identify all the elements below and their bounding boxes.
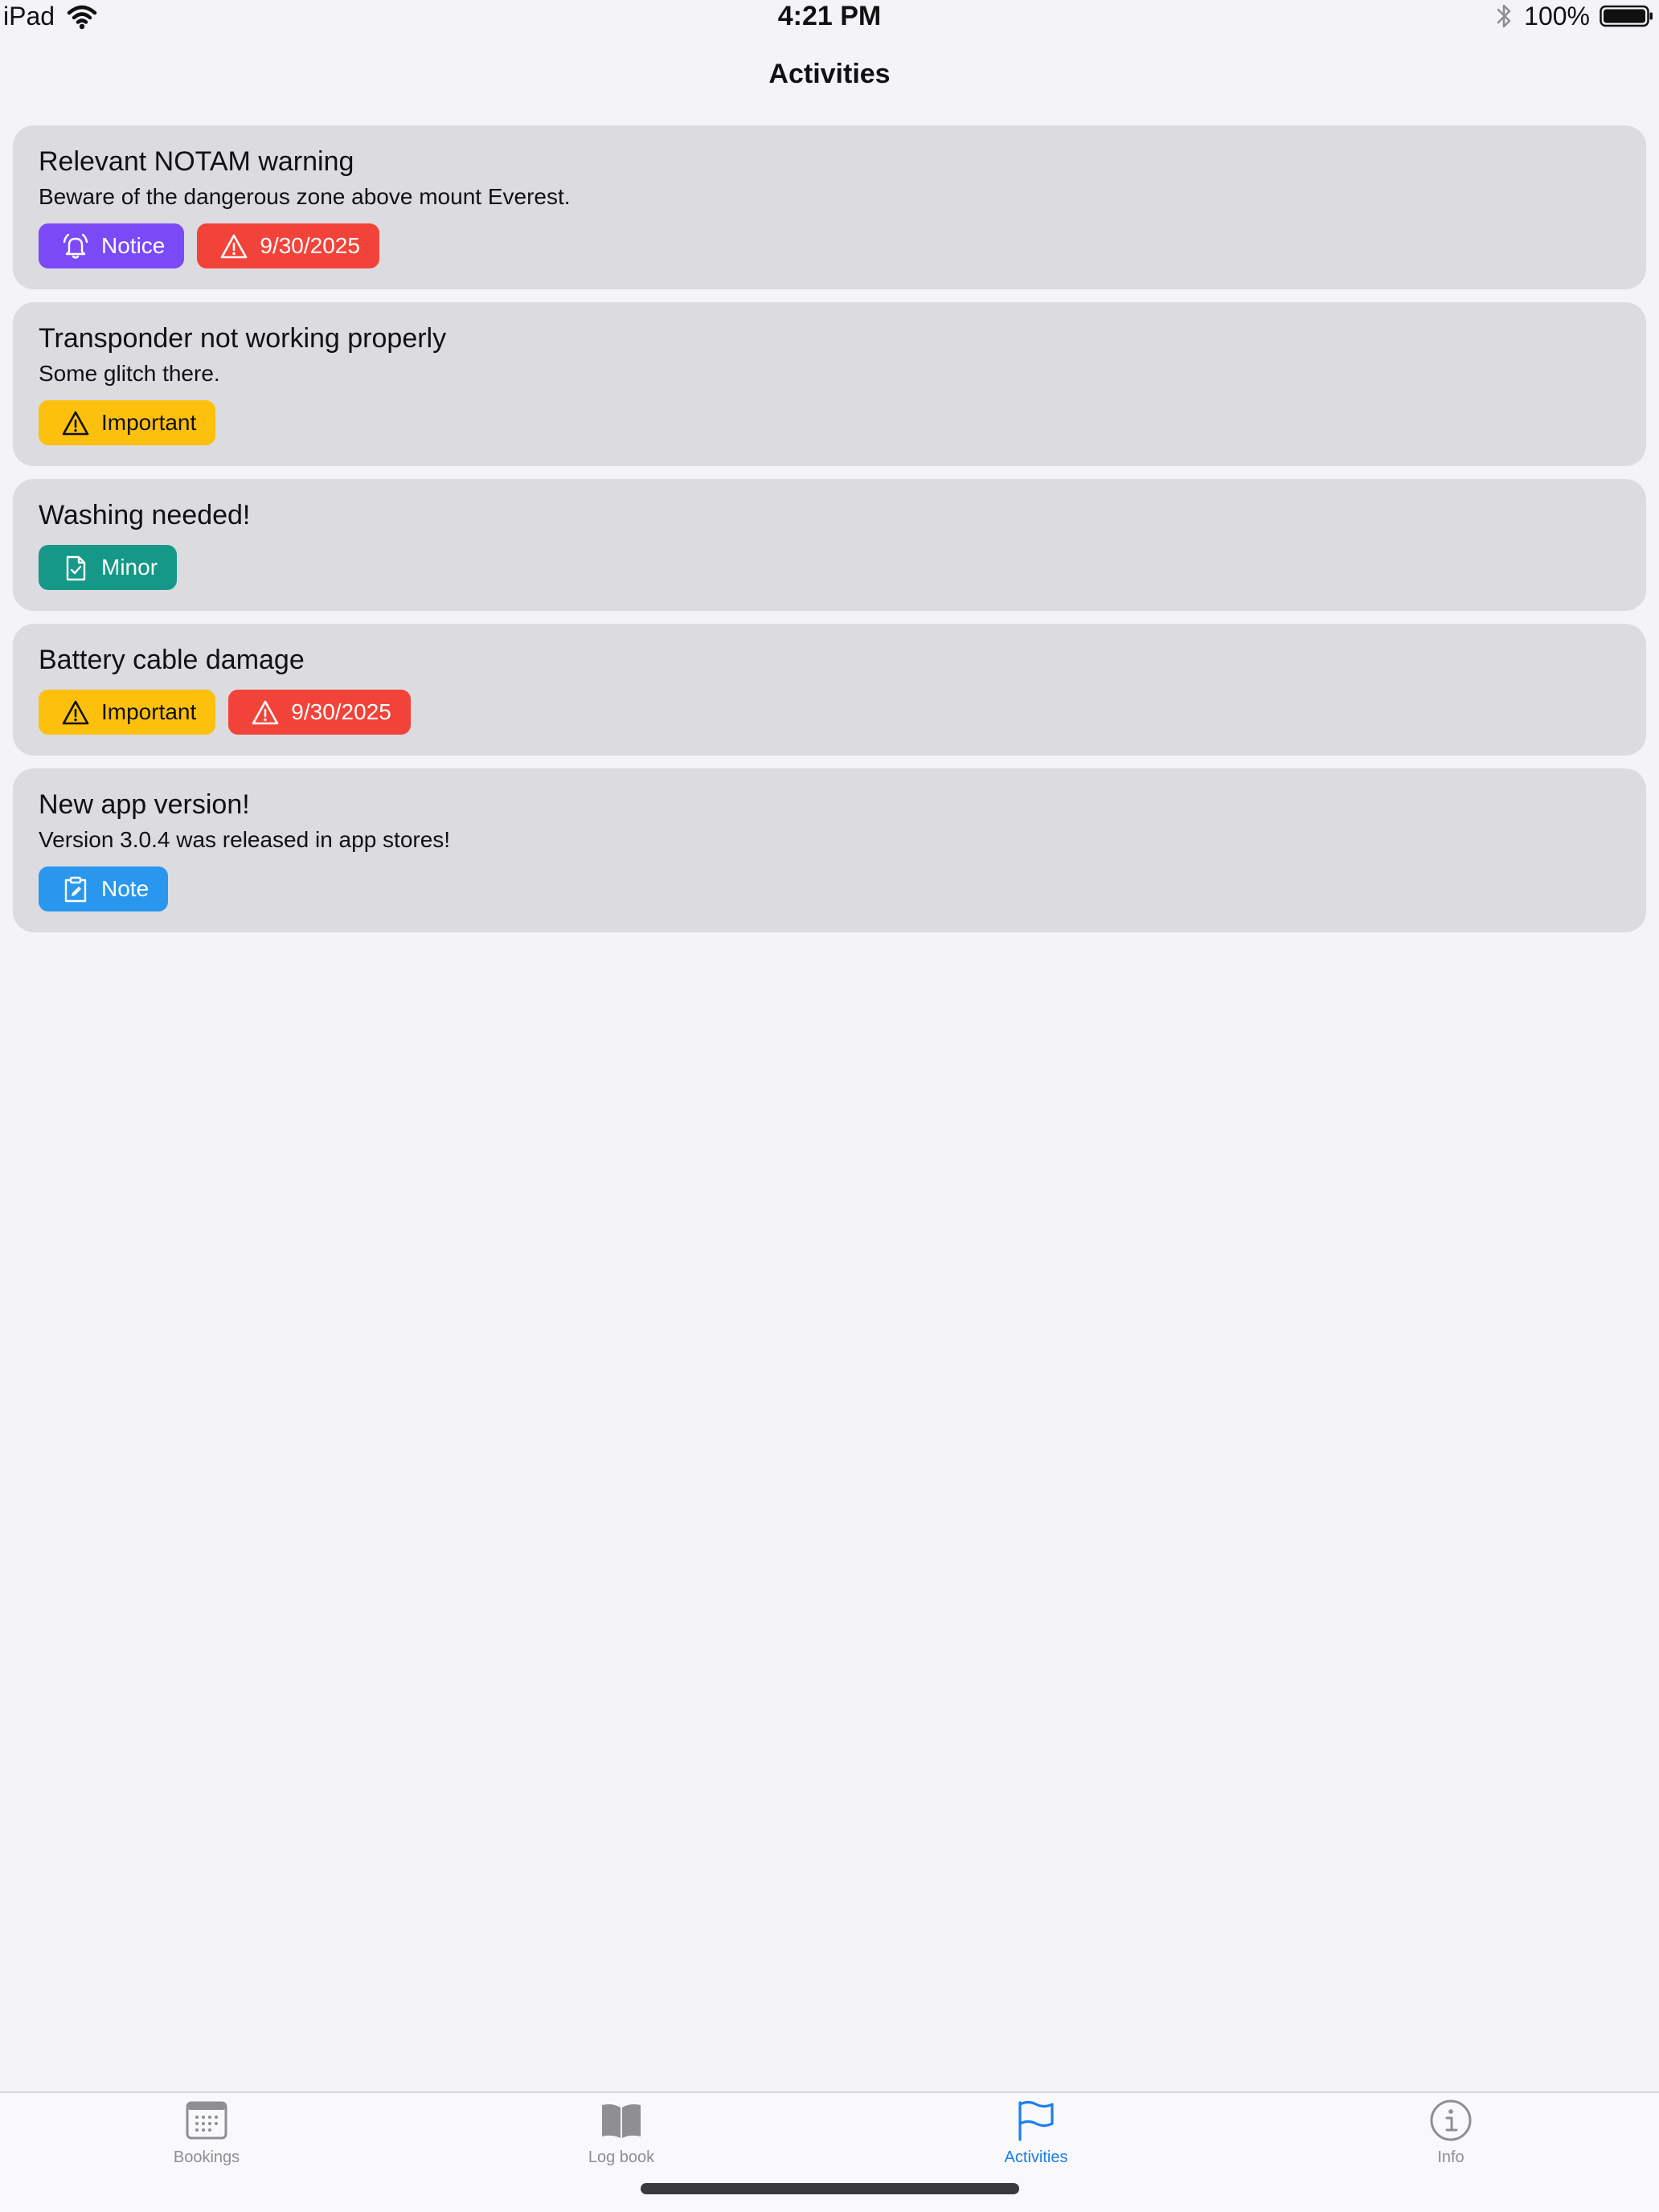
activity-title: Transponder not working properly: [39, 323, 447, 354]
tag-row: Important: [39, 400, 1620, 445]
warning-triangle-icon: [219, 231, 248, 260]
warning-triangle-icon: [61, 408, 90, 437]
tag-label: Note: [101, 876, 150, 901]
info-icon: [1428, 2098, 1473, 2143]
activity-title: Relevant NOTAM warning: [39, 146, 354, 177]
due-date-tag: 9/30/2025: [197, 223, 379, 268]
tab-label: Log book: [588, 2149, 655, 2166]
activity-description: Some glitch there.: [39, 361, 220, 386]
status-time: 4:21 PM: [777, 1, 882, 31]
flag-icon: [1014, 2098, 1059, 2143]
due-date-tag: 9/30/2025: [228, 690, 411, 735]
notice-tag: Notice: [39, 223, 185, 268]
activity-title: Washing needed!: [39, 500, 251, 530]
activity-title: New app version!: [39, 789, 250, 820]
important-tag: Important: [39, 400, 216, 445]
tag-label: Minor: [101, 555, 158, 580]
tab-label: Info: [1437, 2149, 1464, 2166]
tag-row: Notice 9/30/2025: [39, 223, 1620, 268]
activity-description: Beware of the dangerous zone above mount…: [39, 184, 571, 209]
activity-title: Battery cable damage: [39, 645, 305, 675]
tab-info[interactable]: Info: [1370, 2093, 1531, 2181]
tag-label: Important: [101, 410, 197, 435]
activity-list: Relevant NOTAM warning Beware of the dan…: [13, 125, 1646, 932]
tag-label: 9/30/2025: [260, 233, 360, 258]
page-title: Activities: [768, 59, 891, 89]
tag-row: Note: [39, 866, 1620, 911]
activity-card[interactable]: Washing needed! Minor: [13, 479, 1646, 611]
activity-card[interactable]: Transponder not working properly Some gl…: [13, 302, 1646, 466]
clipboard-edit-icon: [61, 875, 90, 903]
tag-label: Important: [101, 699, 197, 724]
home-indicator[interactable]: [641, 2183, 1019, 2194]
warning-triangle-icon: [251, 698, 280, 727]
tab-activities[interactable]: Activities: [956, 2093, 1116, 2181]
bell-ringing-icon: [61, 231, 90, 260]
book-icon: [599, 2098, 644, 2143]
minor-tag: Minor: [39, 545, 178, 590]
activity-card[interactable]: New app version! Version 3.0.4 was relea…: [13, 768, 1646, 932]
bluetooth-icon: [1493, 0, 1514, 32]
tag-row: Important 9/30/2025: [39, 690, 1620, 735]
tag-label: Notice: [101, 233, 166, 258]
warning-triangle-icon: [61, 698, 90, 727]
calendar-icon: [184, 2098, 229, 2143]
status-bar: iPad 4:21 PM 100%: [0, 0, 1659, 35]
tab-label: Bookings: [173, 2149, 240, 2166]
activity-description: Version 3.0.4 was released in app stores…: [39, 827, 451, 852]
battery-percentage: 100%: [1524, 2, 1590, 31]
status-right-group: 100%: [1493, 0, 1654, 32]
tab-log-book[interactable]: Log book: [541, 2093, 702, 2181]
document-check-icon: [61, 553, 90, 582]
activity-card[interactable]: Relevant NOTAM warning Beware of the dan…: [13, 125, 1646, 289]
note-tag: Note: [39, 866, 169, 911]
tag-label: 9/30/2025: [291, 699, 391, 724]
tab-bookings[interactable]: Bookings: [126, 2093, 287, 2181]
battery-icon: [1600, 2, 1654, 30]
tag-row: Minor: [39, 545, 1620, 590]
tab-label: Activities: [1004, 2149, 1068, 2166]
important-tag: Important: [39, 690, 216, 735]
activity-card[interactable]: Battery cable damage Important 9/30/2025: [13, 624, 1646, 756]
